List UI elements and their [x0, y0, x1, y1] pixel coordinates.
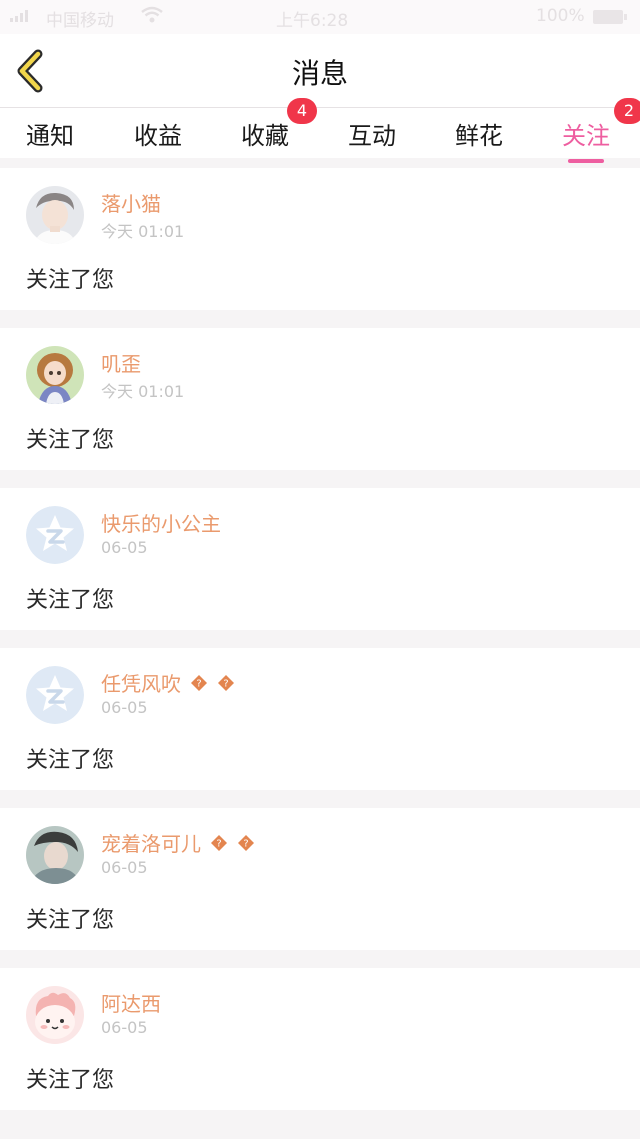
timestamp: 06-05 — [101, 698, 148, 717]
vip-diamond-icon: ? — [217, 675, 234, 691]
nav-bar: 消息 — [0, 34, 640, 108]
username-row[interactable]: 宠着洛可儿 ? ? — [101, 828, 254, 857]
avatar[interactable] — [26, 346, 84, 404]
carrier-label: 中国移动 — [46, 11, 114, 31]
timestamp: 今天 01:01 — [101, 382, 185, 401]
avatar[interactable] — [26, 826, 84, 884]
svg-text:?: ? — [197, 679, 202, 690]
tab-earnings[interactable]: 收益 — [134, 116, 182, 151]
message-text: 关注了您 — [26, 588, 115, 613]
message-text: 关注了您 — [26, 428, 115, 453]
tab-follows[interactable]: 关注 2 — [562, 98, 640, 163]
tab-label: 互动 — [348, 122, 396, 150]
list-item[interactable]: 快乐的小公主 06-05 关注了您 — [0, 488, 640, 630]
page-title: 消息 — [291, 57, 348, 90]
unread-badge: 2 — [614, 98, 640, 124]
list-item[interactable]: 叽歪 今天 01:01 关注了您 — [0, 328, 640, 470]
active-tab-indicator — [568, 159, 604, 163]
qq-default-icon — [26, 666, 84, 724]
tab-label: 收益 — [134, 122, 182, 150]
battery-percent: 100% — [536, 6, 585, 26]
avatar[interactable] — [26, 986, 84, 1044]
battery-icon — [593, 10, 627, 24]
message-text: 关注了您 — [26, 1068, 115, 1093]
status-bar: 中国移动 上午6:28 100% — [0, 0, 640, 34]
username[interactable]: 快乐的小公主 — [101, 508, 221, 537]
avatar[interactable] — [26, 186, 84, 244]
timestamp: 06-05 — [101, 538, 148, 557]
tab-bar: 通知 收益 收藏 4 互动 鲜花 关注 2 — [0, 98, 640, 163]
tab-label: 收藏 — [241, 122, 289, 150]
tab-interactions[interactable]: 互动 — [348, 116, 396, 151]
username: 任凭风吹 — [101, 672, 181, 696]
tab-favorites[interactable]: 收藏 4 — [241, 98, 317, 151]
svg-text:?: ? — [243, 839, 248, 850]
tab-label: 鲜花 — [455, 122, 503, 150]
vip-diamond-icon: ? — [211, 835, 228, 851]
username[interactable]: 落小猫 — [101, 188, 161, 217]
message-text: 关注了您 — [26, 908, 115, 933]
clock: 上午6:28 — [276, 11, 349, 31]
vip-diamond-icon: ? — [237, 835, 254, 851]
list-item[interactable]: 任凭风吹 ? ? 06-05 关注了您 — [0, 648, 640, 790]
tab-notify[interactable]: 通知 — [26, 116, 74, 151]
tab-label: 通知 — [26, 122, 74, 150]
avatar[interactable] — [26, 666, 84, 724]
username-row[interactable]: 任凭风吹 ? ? — [101, 668, 234, 697]
username[interactable]: 阿达西 — [101, 988, 161, 1017]
tab-label: 关注 — [562, 122, 610, 150]
avatar[interactable] — [26, 506, 84, 564]
signal-icon — [10, 8, 36, 28]
list-item[interactable]: 落小猫 今天 01:01 关注了您 — [0, 168, 640, 310]
list-item[interactable]: 阿达西 06-05 关注了您 — [0, 968, 640, 1110]
vip-diamond-icon: ? — [191, 675, 208, 691]
message-text: 关注了您 — [26, 268, 115, 293]
unread-badge: 4 — [287, 98, 317, 124]
qq-default-icon — [26, 506, 84, 564]
timestamp: 06-05 — [101, 1018, 148, 1037]
timestamp: 06-05 — [101, 858, 148, 877]
svg-text:?: ? — [223, 679, 228, 690]
tab-flowers[interactable]: 鲜花 — [455, 116, 503, 151]
wifi-icon — [140, 5, 164, 30]
username: 宠着洛可儿 — [101, 832, 201, 856]
username[interactable]: 叽歪 — [101, 348, 141, 377]
timestamp: 今天 01:01 — [101, 222, 185, 241]
list-item[interactable]: 宠着洛可儿 ? ? 06-05 关注了您 — [0, 808, 640, 950]
message-text: 关注了您 — [26, 748, 115, 773]
svg-text:?: ? — [217, 839, 222, 850]
